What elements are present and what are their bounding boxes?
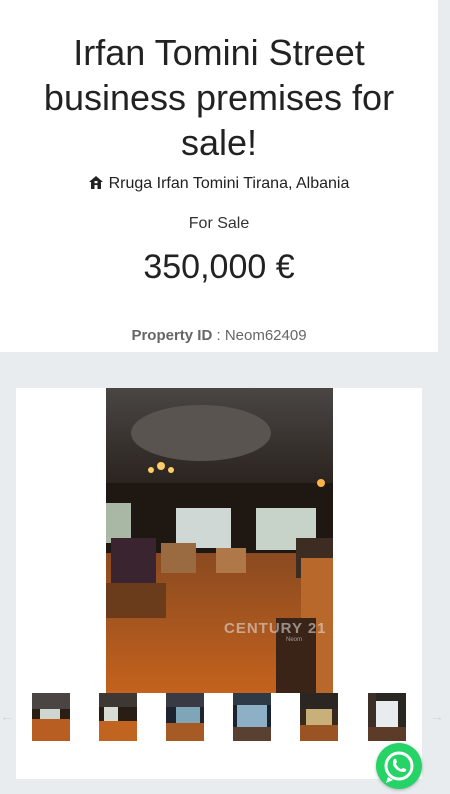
arrow-right-icon[interactable]: →: [430, 708, 444, 724]
thumbnail-strip: [16, 693, 422, 743]
title-line-2: business premises for: [43, 77, 395, 118]
listing-price: 350,000 €: [143, 248, 295, 286]
property-id-separator: :: [212, 327, 225, 344]
thumbnail-1[interactable]: [32, 693, 70, 741]
main-photo[interactable]: CENTURY 21 Neom: [106, 388, 333, 693]
listing-address: Rruga Irfan Tomini Tirana, Albania: [0, 175, 438, 194]
thumbnail-3[interactable]: [166, 693, 204, 741]
title-line-1: Irfan Tomini Street: [73, 32, 365, 73]
thumbnail-6[interactable]: [368, 693, 406, 741]
century21-watermark: CENTURY 21 Neom: [224, 620, 327, 643]
address-text: Rruga Irfan Tomini Tirana, Albania: [108, 175, 350, 192]
photo-gallery: CENTURY 21 Neom: [16, 388, 422, 779]
listing-status: For Sale: [188, 215, 250, 232]
arrow-left-icon[interactable]: ←: [0, 708, 14, 724]
thumbnail-5[interactable]: [300, 693, 338, 741]
listing-title: Irfan Tomini Street business premises fo…: [0, 30, 438, 165]
watermark-text: CENTURY 21: [224, 620, 327, 637]
thumbnail-2[interactable]: [99, 693, 137, 741]
property-id: Property ID : Neom62409: [0, 327, 438, 344]
watermark-subtext: Neom: [286, 637, 303, 643]
property-id-value: Neom62409: [224, 327, 307, 344]
title-line-3: sale!: [180, 122, 258, 163]
whatsapp-icon: [384, 751, 414, 783]
thumbnail-4[interactable]: [233, 693, 271, 741]
whatsapp-button[interactable]: [376, 743, 422, 789]
home-icon: [88, 176, 103, 194]
property-id-label: Property ID: [131, 327, 213, 344]
listing-header-card: Irfan Tomini Street business premises fo…: [0, 0, 438, 352]
